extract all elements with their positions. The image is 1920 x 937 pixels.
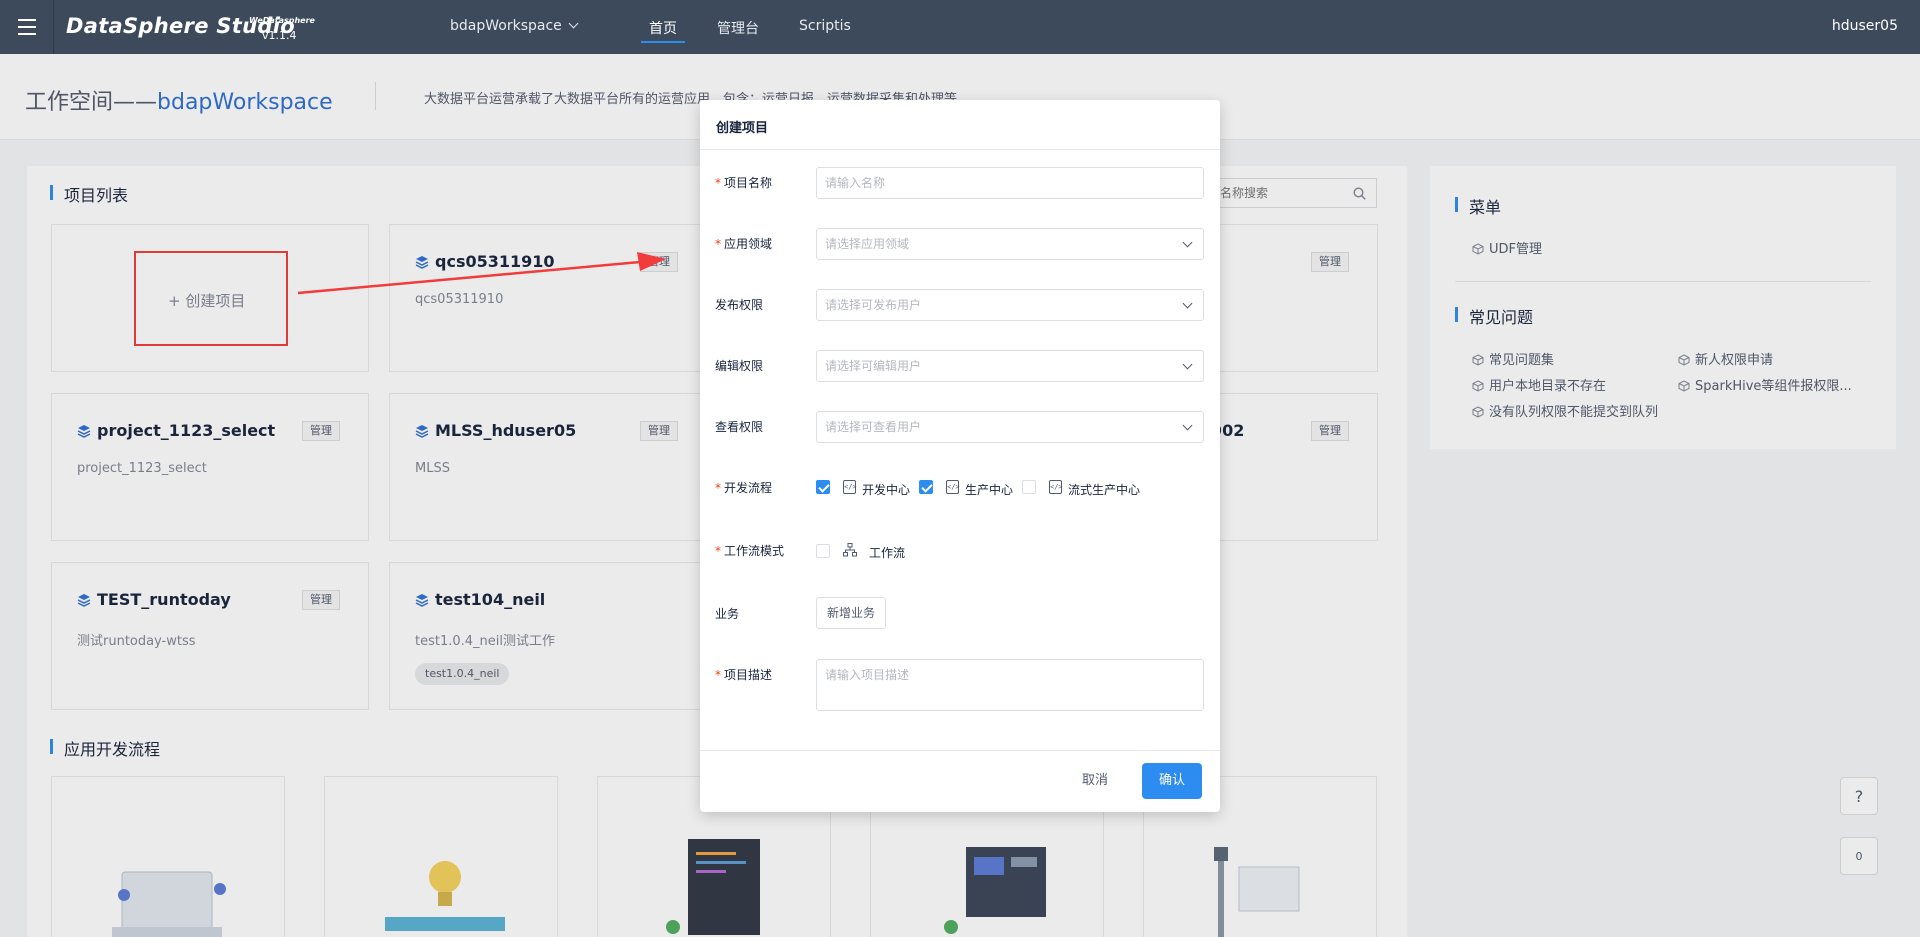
required-mark-icon: * bbox=[715, 237, 721, 251]
view-permission-input[interactable] bbox=[817, 412, 1177, 442]
project-name-field[interactable] bbox=[816, 167, 1204, 199]
code-icon: </> bbox=[1049, 480, 1063, 494]
create-project-dialog: 创建项目 *项目名称 *应用领域 发布权限 编辑权限 查看权限 *开发流程 </… bbox=[700, 100, 1220, 812]
publish-permission-input[interactable] bbox=[817, 290, 1177, 320]
devflow-prod-label: 生产中心 bbox=[965, 483, 1014, 497]
publish-permission-select[interactable] bbox=[816, 289, 1204, 321]
domain-select[interactable] bbox=[816, 228, 1204, 260]
cancel-button[interactable]: 取消 bbox=[1082, 769, 1108, 788]
field-label-devflow-text: 开发流程 bbox=[724, 481, 773, 495]
field-label-desc-text: 项目描述 bbox=[724, 668, 773, 682]
devflow-dev-label: 开发中心 bbox=[862, 483, 911, 497]
field-label-name: * 项目名称 bbox=[715, 174, 772, 191]
devflow-prod-checkbox[interactable] bbox=[919, 480, 933, 494]
field-label-edit: 编辑权限 bbox=[715, 359, 764, 373]
chevron-down-icon bbox=[1182, 359, 1193, 370]
project-desc-field[interactable] bbox=[816, 659, 1204, 711]
devflow-stream-label: 流式生产中心 bbox=[1068, 483, 1141, 497]
chevron-down-icon bbox=[1182, 237, 1193, 248]
project-desc-textarea[interactable] bbox=[817, 660, 1203, 708]
dialog-header: 创建项目 bbox=[700, 100, 1220, 150]
edit-permission-input[interactable] bbox=[817, 351, 1177, 381]
field-label-devflow: * 开发流程 bbox=[715, 479, 772, 496]
view-permission-select[interactable] bbox=[816, 411, 1204, 443]
edit-permission-select[interactable] bbox=[816, 350, 1204, 382]
required-mark-icon: * bbox=[715, 668, 721, 682]
devflow-stream-checkbox[interactable] bbox=[1022, 480, 1036, 494]
hierarchy-icon bbox=[843, 543, 857, 557]
required-mark-icon: * bbox=[715, 544, 721, 558]
dialog-footer: 取消 确认 bbox=[700, 750, 1220, 812]
code-icon: </> bbox=[843, 480, 857, 494]
confirm-button[interactable]: 确认 bbox=[1142, 763, 1202, 799]
field-label-domain: * 应用领域 bbox=[715, 235, 772, 252]
devflow-dev-checkbox[interactable] bbox=[816, 480, 830, 494]
field-label-business: 业务 bbox=[715, 607, 740, 621]
field-label-view: 查看权限 bbox=[715, 420, 764, 434]
field-label-workflow: * 工作流模式 bbox=[715, 542, 784, 559]
field-label-publish: 发布权限 bbox=[715, 298, 764, 312]
dialog-title: 创建项目 bbox=[716, 121, 769, 136]
workflow-mode-checkbox[interactable] bbox=[816, 544, 830, 558]
code-icon: </> bbox=[946, 480, 960, 494]
field-label-name-text: 项目名称 bbox=[724, 176, 773, 190]
workflow-mode-label: 工作流 bbox=[869, 546, 906, 560]
chevron-down-icon bbox=[1182, 298, 1193, 309]
add-business-button[interactable]: 新增业务 bbox=[816, 597, 886, 629]
field-label-domain-text: 应用领域 bbox=[724, 237, 773, 251]
domain-select-input[interactable] bbox=[817, 229, 1177, 259]
required-mark-icon: * bbox=[715, 176, 721, 190]
chevron-down-icon bbox=[1182, 420, 1193, 431]
required-mark-icon: * bbox=[715, 481, 721, 495]
field-label-workflow-text: 工作流模式 bbox=[724, 544, 785, 558]
field-label-desc: * 项目描述 bbox=[715, 666, 772, 683]
project-name-input[interactable] bbox=[817, 168, 1177, 198]
